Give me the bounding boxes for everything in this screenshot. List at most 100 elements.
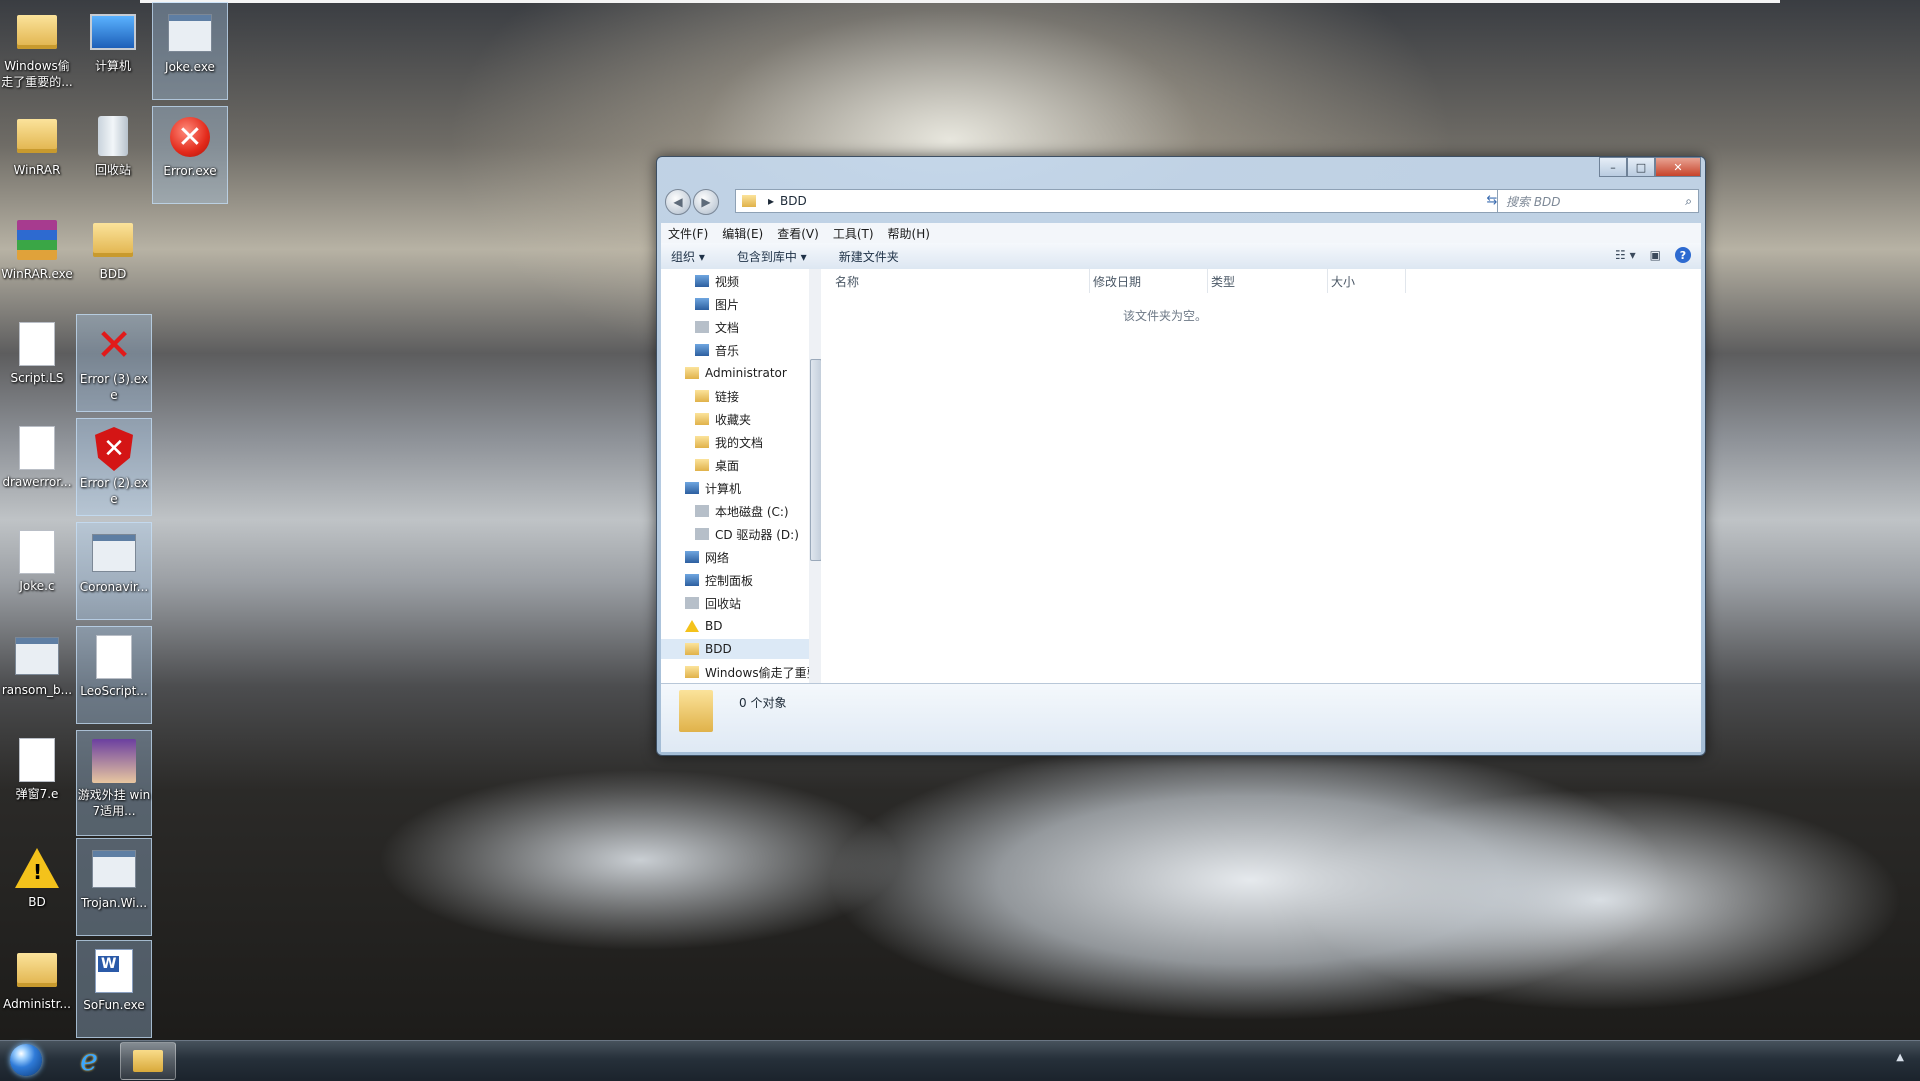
menu-help[interactable]: 帮助(H) (888, 225, 930, 242)
desktop-icon-script-ls[interactable]: Script.LS (0, 314, 74, 410)
nav-item-bd[interactable]: BD (685, 616, 722, 636)
menu-file[interactable]: 文件(F) (668, 225, 708, 242)
forward-button[interactable]: ▶ (693, 189, 719, 215)
nav-item-administrator[interactable]: Administrator (685, 363, 787, 383)
desktop-icon-game-cheat[interactable]: 游戏外挂 win7适用... (76, 730, 152, 836)
column-name[interactable]: 名称 (835, 269, 1090, 293)
desktop-icon-sofun-exe[interactable]: W SoFun.exe (76, 940, 152, 1038)
desktop-icon-bdd-folder[interactable]: BDD (76, 210, 150, 306)
nav-item-desktop[interactable]: 桌面 (695, 455, 739, 475)
desktop-icon-label: LeoScript... (80, 684, 148, 698)
desktop-icon-error2-exe[interactable]: ✕ Error (2).exe (76, 418, 152, 516)
desktop-icon-joke-exe[interactable]: Joke.exe (152, 2, 228, 100)
desktop-icon-leoscript[interactable]: LeoScript... (76, 626, 152, 724)
organize-button[interactable]: 组织 ▾ (671, 248, 705, 265)
music-note-icon (695, 344, 709, 356)
application-icon (13, 632, 61, 680)
recycle-bin-icon (685, 597, 699, 609)
column-date-modified[interactable]: 修改日期 (1093, 269, 1208, 293)
nav-item-network[interactable]: 网络 (685, 547, 729, 567)
desktop-icon-bd-warning[interactable]: ! BD (0, 838, 74, 934)
details-pane: 0 个对象 (661, 683, 1701, 752)
desktop-icon-joke-c[interactable]: Joke.c (0, 522, 74, 618)
desktop-icon-windows-folder[interactable]: Windows偷走了重要的... (0, 2, 74, 98)
nav-item-label: CD 驱动器 (D:) (715, 527, 799, 542)
nav-item-bdd[interactable]: BDD (661, 639, 821, 659)
desktop-icon-label: WinRAR (13, 163, 61, 177)
menu-tools[interactable]: 工具(T) (833, 225, 874, 242)
include-in-library-button[interactable]: 包含到库中 ▾ (737, 248, 807, 265)
nav-item-label: BDD (705, 642, 732, 656)
nav-item-local-disk-c[interactable]: 本地磁盘 (C:) (695, 501, 789, 521)
desktop-icon-label: 回收站 (94, 163, 131, 177)
menu-bar: 文件(F) 编辑(E) 查看(V) 工具(T) 帮助(H) (661, 223, 1701, 243)
desktop-icon-coronavirus[interactable]: Coronavir... (76, 522, 152, 620)
desktop-icon-error3-exe[interactable]: ✕ Error (3).exe (76, 314, 152, 412)
breadcrumb-bdd[interactable]: BDD (780, 194, 807, 208)
breadcrumb-separator: ▸ (768, 194, 775, 208)
desktop-icon-administrator[interactable]: Administr... (0, 940, 74, 1036)
winrar-icon (13, 216, 61, 264)
desktop-icon-error-exe[interactable]: ✕ Error.exe (152, 106, 228, 204)
search-input[interactable]: 搜索 BDD ⌕ (1497, 189, 1699, 213)
nav-item-label: 回收站 (705, 596, 742, 611)
new-folder-button[interactable]: 新建文件夹 (839, 248, 899, 265)
nav-item-cd-drive-d[interactable]: CD 驱动器 (D:) (695, 524, 799, 544)
close-button[interactable]: ✕ (1655, 157, 1701, 177)
internet-explorer-icon: e (80, 1042, 98, 1078)
taskbar-explorer[interactable] (120, 1042, 176, 1080)
desktop-icon-label: 计算机 (94, 59, 131, 73)
nav-item-label: 控制面板 (705, 573, 754, 588)
search-icon[interactable]: ⌕ (1685, 194, 1692, 209)
nav-item-links[interactable]: 链接 (695, 386, 739, 406)
nav-item-music[interactable]: 音乐 (695, 340, 739, 360)
desktop-icon-ransom[interactable]: ransom_b... (0, 626, 74, 722)
desktop-icon-winrar-folder[interactable]: WinRAR (0, 106, 74, 202)
nav-item-windows-folder[interactable]: Windows偷走了重要 (685, 662, 819, 682)
nav-item-my-documents[interactable]: 我的文档 (695, 432, 763, 452)
menu-view[interactable]: 查看(V) (777, 225, 819, 242)
nav-item-control-panel[interactable]: 控制面板 (685, 570, 753, 590)
command-bar: 组织 ▾ 包含到库中 ▾ 新建文件夹 ☷ ▾ ▣ ? (661, 243, 1701, 270)
toolbar-right-group: ☷ ▾ ▣ ? (1615, 247, 1691, 263)
column-type[interactable]: 类型 (1211, 269, 1328, 293)
nav-item-recycle-bin[interactable]: 回收站 (685, 593, 741, 613)
address-bar[interactable]: ▸ BDD ▾ (735, 189, 1513, 213)
maximize-button[interactable]: □ (1627, 157, 1655, 177)
taskbar-internet-explorer[interactable]: e (62, 1042, 116, 1078)
windows-orb-icon (10, 1044, 42, 1076)
preview-pane-icon[interactable]: ▣ (1650, 248, 1661, 262)
column-size[interactable]: 大小 (1331, 269, 1406, 293)
nav-item-videos[interactable]: 视频 (695, 271, 739, 291)
desktop-icon-label: 弹窗7.e (15, 787, 59, 801)
back-button[interactable]: ◀ (665, 189, 691, 215)
desktop-icon-trojan[interactable]: Trojan.Wi... (76, 838, 152, 936)
view-options-icon[interactable]: ☷ ▾ (1615, 248, 1636, 262)
desktop-icon-drawerror[interactable]: drawerror... (0, 418, 74, 514)
desktop-icon-recycle-bin[interactable]: 回收站 (76, 106, 150, 202)
taskbar (0, 1040, 1920, 1081)
desktop-icon-popup7[interactable]: 弹窗7.e (0, 730, 74, 826)
start-button[interactable] (4, 1042, 48, 1078)
favorites-folder-icon (695, 413, 709, 425)
nav-item-label: 视频 (715, 274, 740, 289)
nav-item-label: 链接 (715, 389, 740, 404)
desktop-icon-label: BD (28, 895, 46, 909)
application-icon (166, 9, 214, 57)
nav-item-computer[interactable]: 计算机 (685, 478, 741, 498)
document-library-icon (695, 321, 709, 333)
desktop-icon-computer[interactable]: 计算机 (76, 2, 150, 98)
warning-icon (685, 620, 699, 632)
video-library-icon (695, 275, 709, 287)
nav-pane-scrollbar[interactable] (809, 269, 821, 683)
show-hidden-icons-arrow[interactable]: ▲ (1896, 1052, 1904, 1063)
nav-item-label: 我的文档 (715, 435, 764, 450)
desktop-icon-label: BDD (99, 267, 127, 281)
nav-item-documents[interactable]: 文档 (695, 317, 739, 337)
minimize-button[interactable]: – (1599, 157, 1627, 177)
help-icon[interactable]: ? (1675, 247, 1691, 263)
desktop-icon-winrar-exe[interactable]: WinRAR.exe (0, 210, 74, 306)
menu-edit[interactable]: 编辑(E) (722, 225, 763, 242)
nav-item-favorites[interactable]: 收藏夹 (695, 409, 751, 429)
nav-item-pictures[interactable]: 图片 (695, 294, 739, 314)
